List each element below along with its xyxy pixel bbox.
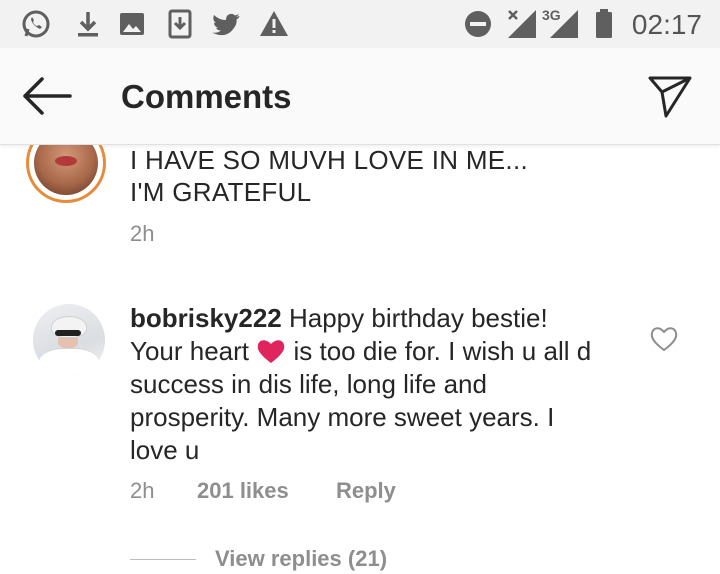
- reply-button[interactable]: Reply: [336, 478, 396, 504]
- download-icon: [72, 8, 104, 40]
- avatar-photo: [34, 145, 98, 195]
- app-bar: Comments: [0, 48, 720, 145]
- heart-outline-icon[interactable]: [648, 323, 680, 353]
- network-type-label: 3G: [542, 7, 561, 23]
- do-not-disturb-icon: [462, 8, 494, 40]
- comment-text: bobrisky222 Happy birthday bestie! Your …: [130, 302, 600, 467]
- comment-username[interactable]: bobrisky222: [130, 303, 282, 333]
- image-icon: [116, 8, 148, 40]
- comment-text-line: I HAVE SO MUVH LOVE IN ME...: [130, 145, 528, 175]
- likes-count[interactable]: 201 likes: [197, 478, 289, 504]
- view-replies-label[interactable]: View replies (21): [215, 546, 387, 572]
- avatar[interactable]: [33, 304, 105, 376]
- arrow-left-icon[interactable]: [18, 73, 74, 119]
- avatar-detail: [55, 330, 81, 336]
- red-heart-icon: [256, 338, 286, 364]
- battery-icon: [594, 8, 614, 40]
- status-time: 02:17: [631, 9, 702, 40]
- twitter-icon: [210, 8, 242, 40]
- avatar-detail: [55, 156, 77, 166]
- signal-x-icon: [506, 8, 538, 40]
- warning-icon: [258, 8, 290, 40]
- download-box-icon: [164, 8, 196, 40]
- comment-list[interactable]: I HAVE SO MUVH LOVE IN ME... I'M GRATEFU…: [0, 145, 720, 574]
- direct-send-icon[interactable]: [646, 72, 694, 120]
- divider: [130, 559, 196, 560]
- status-bar: 3G 02:17: [0, 0, 720, 48]
- avatar[interactable]: [26, 145, 106, 203]
- comment-timestamp: 2h: [130, 478, 155, 503]
- comment-timestamp: 2h: [130, 221, 155, 246]
- comment-text: I HAVE SO MUVH LOVE IN ME... I'M GRATEFU…: [130, 145, 528, 208]
- comment-text-line: I'M GRATEFUL: [130, 177, 312, 207]
- whatsapp-icon: [20, 8, 52, 40]
- page-title: Comments: [121, 78, 292, 115]
- avatar-detail: [39, 348, 99, 376]
